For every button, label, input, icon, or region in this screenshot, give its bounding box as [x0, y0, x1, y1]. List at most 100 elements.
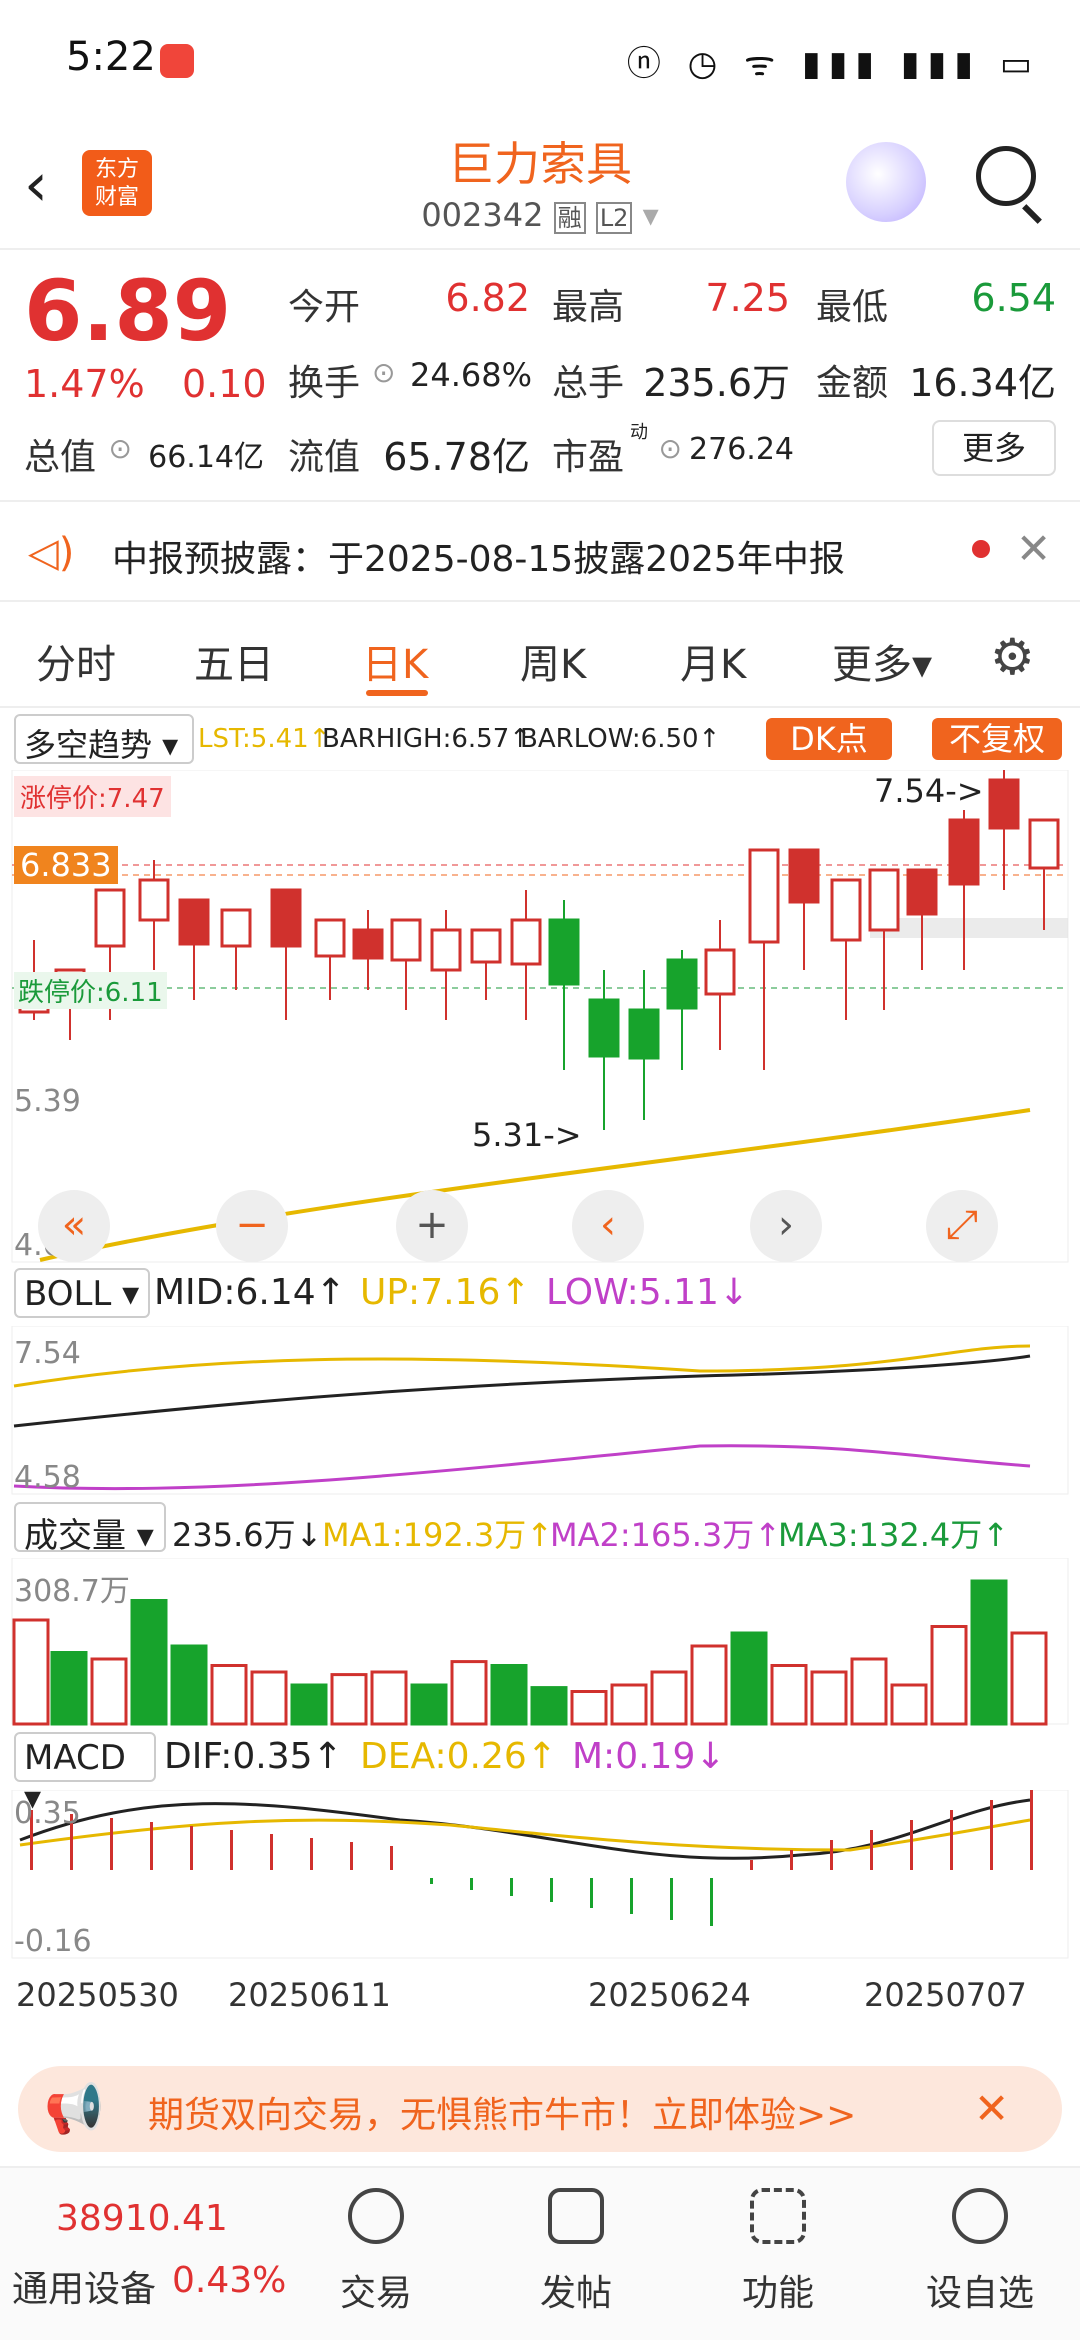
close-icon[interactable]: ✕ [1016, 524, 1051, 573]
volume-ma3: MA3:132.4万↑ [778, 1516, 1010, 1554]
no-adjust-button[interactable]: 不复权 [932, 718, 1062, 760]
info-icon[interactable]: ⊙ [654, 432, 682, 465]
macd-bar [950, 1810, 953, 1870]
candle [314, 918, 346, 958]
promo-text: 期货双向交易，无惧熊市牛市！立即体验>> [148, 2095, 857, 2136]
volume-bar [810, 1670, 848, 1726]
macd-bar [110, 1818, 113, 1870]
index-name[interactable]: 通用设备 [12, 2260, 156, 2312]
volume-bar [490, 1664, 528, 1726]
boll-select[interactable]: BOLL ▾ [14, 1268, 150, 1318]
macd-axis-top: 0.35 [14, 1796, 81, 1831]
max-price-marker: 7.54-> [874, 772, 984, 810]
chevron-left-icon[interactable]: ‹ [572, 1190, 644, 1262]
index-value[interactable]: 38910.41 [56, 2198, 228, 2239]
macd-bar [710, 1878, 713, 1926]
tab-intraday[interactable]: 分时 [36, 632, 116, 690]
function-grid-icon [750, 2188, 806, 2244]
more-button[interactable]: 更多 [932, 420, 1056, 476]
zoom-out-icon[interactable]: − [216, 1190, 288, 1262]
assistant-avatar-icon[interactable] [846, 142, 926, 222]
close-icon[interactable]: ✕ [974, 2084, 1009, 2133]
high-value: 7.25 [705, 276, 790, 320]
nav-function[interactable]: 功能 [713, 2264, 843, 2316]
volume-bar [1010, 1631, 1048, 1726]
high-label: 最高 [552, 287, 625, 328]
megaphone-icon: 📢 [44, 2081, 104, 2137]
pe-value: 276.24 [689, 432, 794, 467]
macd-bar [510, 1878, 513, 1896]
candle [510, 918, 542, 966]
boll-up: UP:7.16↑ [360, 1272, 531, 1313]
tab-monthly-k[interactable]: 月K [680, 632, 746, 690]
info-icon[interactable]: ⊙ [372, 356, 395, 389]
macd-m: M:0.19↓ [572, 1736, 726, 1777]
nav-trade[interactable]: 交易 [311, 2264, 441, 2316]
promo-banner[interactable]: 📢 期货双向交易，无惧熊市牛市！立即体验>> ✕ [18, 2066, 1062, 2152]
tab-five-day[interactable]: 五日 [194, 632, 274, 690]
dk-point-button[interactable]: DK点 [766, 718, 892, 760]
scroll-left-double-icon[interactable]: « [38, 1190, 110, 1262]
candle [588, 998, 620, 1058]
more-dots-icon [952, 2188, 1008, 2244]
candle [390, 918, 422, 962]
gear-icon[interactable]: ⚙ [990, 628, 1035, 686]
candle [430, 928, 462, 972]
macd-select[interactable]: MACD ▾ [14, 1732, 156, 1818]
macd-bar [550, 1878, 553, 1902]
volume-bar [90, 1657, 128, 1726]
volume-bar [210, 1664, 248, 1726]
current-price-tag: 6.833 [14, 846, 118, 884]
macd-bars [30, 1790, 1033, 1926]
trade-icon [348, 2188, 404, 2244]
nav-add-watchlist[interactable]: 设自选 [915, 2264, 1045, 2316]
mktcap-label: 总值 [24, 437, 97, 478]
fullscreen-icon[interactable]: ⤢ [926, 1190, 998, 1262]
tab-weekly-k[interactable]: 周K [520, 632, 586, 690]
stock-code: 002342 [421, 196, 544, 234]
volume-bar [530, 1686, 568, 1726]
zoom-in-icon[interactable]: + [396, 1190, 468, 1262]
volume-bar [690, 1644, 728, 1726]
notice-bar[interactable]: ◁) 中报预披露：于2025-08-15披露2025年中报 ✕ [0, 500, 1080, 602]
macd-bar [830, 1840, 833, 1870]
macd-bar [390, 1846, 393, 1870]
macd-bar [790, 1850, 793, 1870]
candle [352, 928, 384, 960]
candle [948, 818, 980, 886]
search-icon[interactable] [976, 146, 1036, 206]
macd-bar [470, 1878, 473, 1890]
boll-chart [11, 1326, 1069, 1495]
kline-chart[interactable] [0, 770, 1080, 1270]
candle [906, 868, 938, 916]
kline-indicator-select[interactable]: 多空趋势 ▾ [14, 714, 194, 764]
macd-dif: DIF:0.35↑ [164, 1736, 343, 1777]
chevron-right-icon[interactable]: › [750, 1190, 822, 1262]
date-label: 20250707 [864, 1976, 1027, 2014]
kline-candles [18, 770, 1060, 1130]
volume-bar [450, 1660, 488, 1726]
turnover-label: 换手 [288, 363, 361, 404]
volume-select[interactable]: 成交量 ▾ [14, 1502, 166, 1556]
candle [270, 888, 302, 948]
barhigh-value: BARHIGH:6.57↑ [322, 724, 532, 754]
speaker-icon: ◁) [28, 530, 75, 576]
volume-ma2: MA2:165.3万↑ [550, 1516, 782, 1554]
turnover-value: 24.68% [410, 356, 533, 394]
candle [748, 848, 780, 944]
macd-bar [1030, 1790, 1033, 1870]
boll-mid: MID:6.14↑ [154, 1272, 346, 1313]
candle [666, 958, 698, 1010]
info-icon[interactable]: ⊙ [108, 432, 132, 465]
volume-bar [930, 1625, 968, 1726]
date-label: 20250624 [588, 1976, 751, 2014]
volume-bar [330, 1673, 368, 1726]
tab-more[interactable]: 更多▾ [832, 632, 932, 690]
tab-daily-k[interactable]: 日K [362, 632, 428, 690]
volume-axis-top: 308.7万 [14, 1574, 130, 1609]
macd-bar [350, 1842, 353, 1870]
volume-bar [12, 1618, 50, 1726]
boll-axis-top: 7.54 [14, 1336, 81, 1371]
nav-post[interactable]: 发帖 [511, 2264, 641, 2316]
status-time: 5:22 [66, 34, 156, 80]
